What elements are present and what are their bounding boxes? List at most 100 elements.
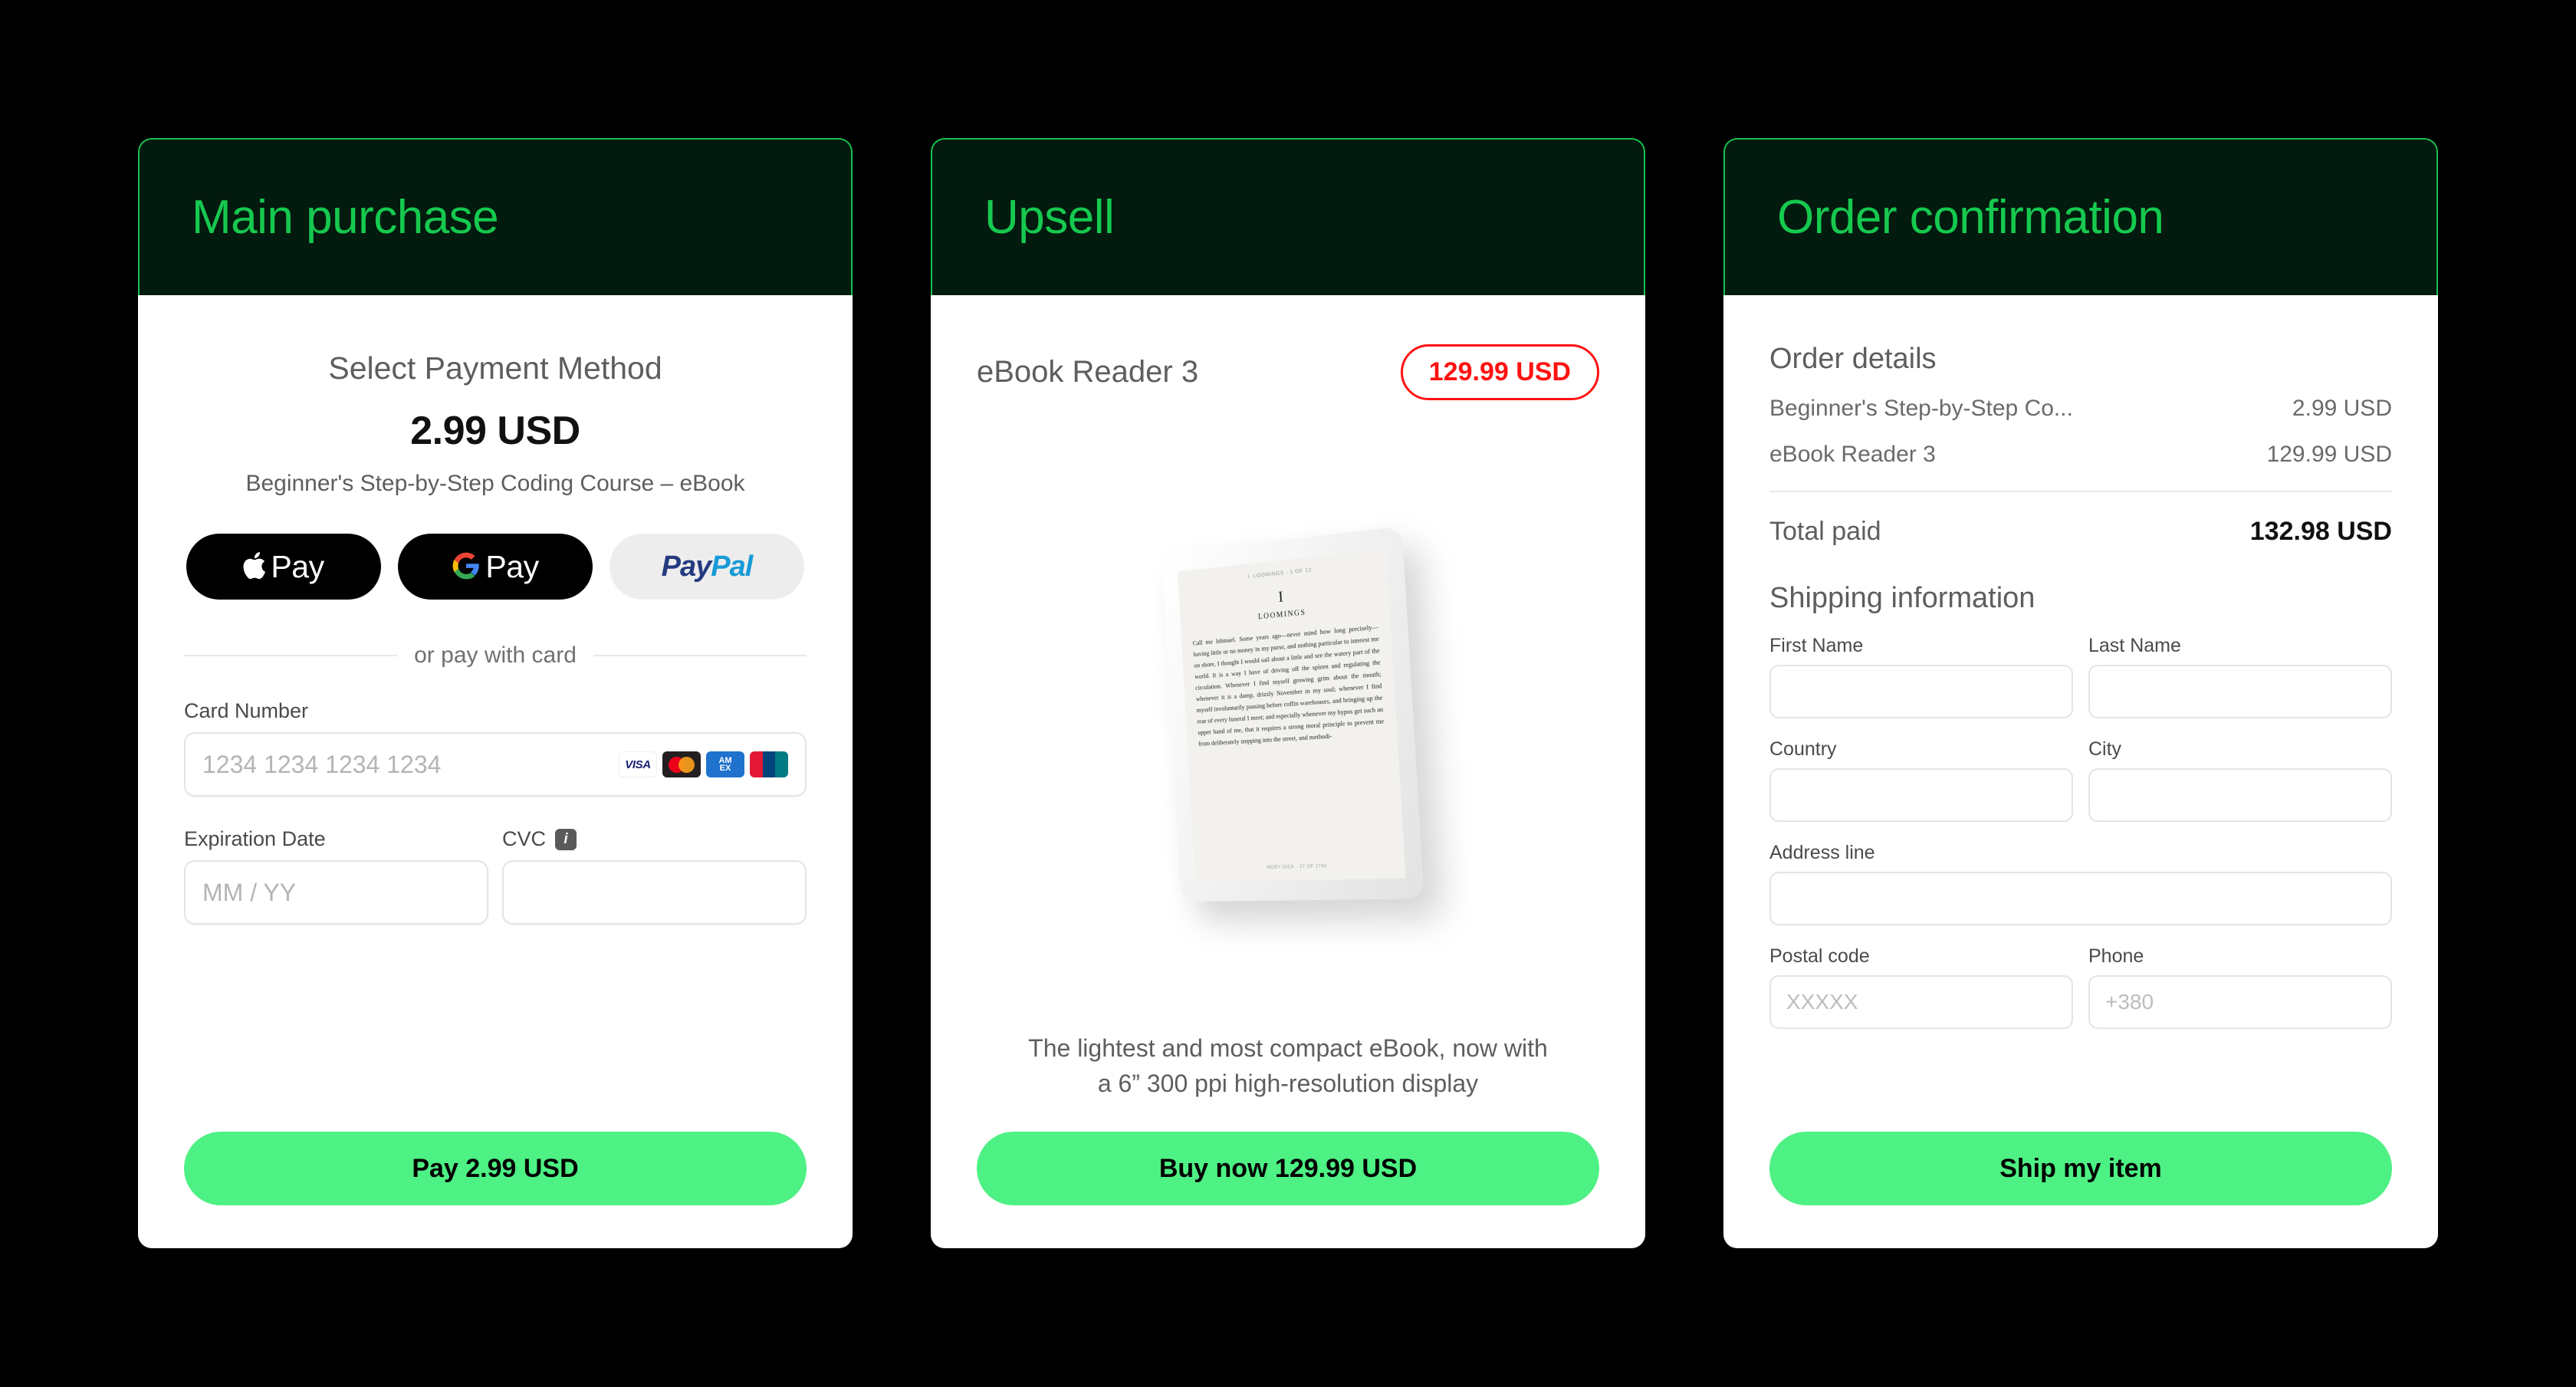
visa-label: VISA xyxy=(625,758,651,771)
ship-my-item-button[interactable]: Ship my item xyxy=(1769,1132,2392,1205)
postal-code-placeholder: XXXXX xyxy=(1786,990,1858,1014)
phone-placeholder: +380 xyxy=(2105,990,2154,1014)
paypal-label-pal: Pal xyxy=(711,550,753,583)
city-field[interactable] xyxy=(2088,768,2392,822)
phone-label: Phone xyxy=(2088,945,2144,967)
card-number-placeholder: 1234 1234 1234 1234 xyxy=(202,750,442,778)
apple-pay-button[interactable]: Pay xyxy=(186,534,381,600)
unionpay-stripe-teal xyxy=(775,751,788,777)
expiration-date-input[interactable]: MM / YY xyxy=(184,860,488,925)
product-name-label: Beginner's Step-by-Step Coding Course – … xyxy=(245,471,745,496)
last-name-label: Last Name xyxy=(2088,635,2181,656)
mastercard-circles xyxy=(669,756,695,773)
phone-field[interactable]: +380 xyxy=(2088,975,2392,1029)
panel-order-confirmation: Order confirmation Order details Beginne… xyxy=(1723,138,2438,1248)
total-paid-label: Total paid xyxy=(1769,517,1881,546)
google-pay-label: Pay xyxy=(485,548,539,584)
screenshot-root: Main purchase Select Payment Method 2.99… xyxy=(0,0,2576,1387)
apple-pay-label: Pay xyxy=(271,548,324,584)
cvc-group: CVC i xyxy=(502,827,807,925)
mastercard-circle-yellow xyxy=(678,756,695,773)
first-name-group: First Name xyxy=(1769,635,2073,718)
wallet-buttons-row: Pay Pay PayPal xyxy=(184,534,807,600)
order-divider xyxy=(1769,491,2392,492)
amex-icon: AM EX xyxy=(706,751,744,777)
card-number-input[interactable]: 1234 1234 1234 1234 VISA AM EX xyxy=(184,732,807,797)
upsell-product-name: eBook Reader 3 xyxy=(977,355,1199,389)
expiration-date-placeholder: MM / YY xyxy=(202,878,297,906)
order-item-row: Beginner's Step-by-Step Co... 2.99 USD xyxy=(1769,396,2392,422)
unionpay-stripes xyxy=(750,751,788,777)
pay-button[interactable]: Pay 2.99 USD xyxy=(184,1132,807,1205)
postal-code-label: Postal code xyxy=(1769,945,1870,967)
buy-now-button[interactable]: Buy now 129.99 USD xyxy=(977,1132,1599,1205)
first-name-field[interactable] xyxy=(1769,665,2073,718)
upsell-description-line-1: The lightest and most compact eBook, now… xyxy=(1028,1034,1548,1062)
country-city-row: Country City xyxy=(1769,738,2392,822)
address-line-field[interactable] xyxy=(1769,872,2392,925)
cvc-label-row: CVC i xyxy=(502,827,807,851)
panel-body-upsell: eBook Reader 3 129.99 USD I. LOOMINGS · … xyxy=(931,295,1645,1248)
total-paid-row: Total paid 132.98 USD xyxy=(1769,517,2392,547)
mastercard-icon xyxy=(662,751,701,777)
paypal-logo-icon: PayPal xyxy=(661,550,754,583)
amex-label-bottom: EX xyxy=(719,764,731,773)
panel-upsell: Upsell eBook Reader 3 129.99 USD I. LOOM… xyxy=(931,138,1645,1248)
info-icon[interactable]: i xyxy=(555,828,577,850)
postal-phone-row: Postal code XXXXX Phone +380 xyxy=(1769,945,2392,1029)
card-brand-icons: VISA AM EX xyxy=(619,751,788,777)
order-item-price: 129.99 USD xyxy=(2266,442,2392,467)
city-label: City xyxy=(2088,738,2122,760)
apple-pay-mark: Pay xyxy=(243,549,324,585)
shipping-information-heading: Shipping information xyxy=(1769,582,2036,614)
panel-main-purchase: Main purchase Select Payment Method 2.99… xyxy=(138,138,853,1248)
city-group: City xyxy=(2088,738,2392,822)
postal-code-field[interactable]: XXXXX xyxy=(1769,975,2073,1029)
country-group: Country xyxy=(1769,738,2073,822)
cvc-label: CVC xyxy=(502,827,547,850)
google-pay-mark: Pay xyxy=(452,548,539,585)
first-name-label: First Name xyxy=(1769,635,1864,656)
upsell-product-row: eBook Reader 3 129.99 USD xyxy=(977,344,1599,400)
divider-line-right xyxy=(593,655,807,656)
divider-line-left xyxy=(184,655,398,656)
google-logo-icon xyxy=(452,551,481,583)
expiration-date-label: Expiration Date xyxy=(184,827,326,850)
amex-label: AM EX xyxy=(718,757,731,773)
divider-label: or pay with card xyxy=(414,643,577,668)
purchase-amount: 2.99 USD xyxy=(410,409,580,453)
google-pay-button[interactable]: Pay xyxy=(398,534,593,600)
ebook-reader-image: I. LOOMINGS · 1 OF 13 I LOOMINGS Call me… xyxy=(977,414,1599,1026)
page-title-confirmation: Order confirmation xyxy=(1777,191,2164,244)
paypal-button[interactable]: PayPal xyxy=(610,534,804,600)
phone-group: Phone +380 xyxy=(2088,945,2392,1029)
panel-body-main: Select Payment Method 2.99 USD Beginner'… xyxy=(138,295,853,1248)
visa-icon: VISA xyxy=(619,751,657,777)
panel-header-upsell: Upsell xyxy=(931,138,1645,295)
order-item-price: 2.99 USD xyxy=(2292,396,2392,421)
expiry-cvc-row: Expiration Date MM / YY CVC i xyxy=(184,827,807,925)
panel-header-main: Main purchase xyxy=(138,138,853,295)
reader-body-text: Call me Ishmael. Some years ago—never mi… xyxy=(1192,623,1385,748)
postal-code-group: Postal code XXXXX xyxy=(1769,945,2073,1029)
paypal-label-pay: Pay xyxy=(661,550,712,583)
last-name-group: Last Name xyxy=(2088,635,2392,718)
page-title-upsell: Upsell xyxy=(984,191,1115,244)
upsell-description: The lightest and most compact eBook, now… xyxy=(977,1030,1599,1101)
ebook-reader-screen: I. LOOMINGS · 1 OF 13 I LOOMINGS Call me… xyxy=(1177,548,1406,882)
unionpay-stripe-red xyxy=(750,751,763,777)
last-name-field[interactable] xyxy=(2088,665,2392,718)
order-item-name: eBook Reader 3 xyxy=(1769,442,1936,467)
card-number-label: Card Number xyxy=(184,699,309,722)
expiration-group: Expiration Date MM / YY xyxy=(184,827,488,925)
cvc-input[interactable] xyxy=(502,860,807,925)
upsell-description-line-2: a 6” 300 ppi high-resolution display xyxy=(1097,1070,1479,1097)
order-details-heading: Order details xyxy=(1769,343,1937,375)
panel-body-confirmation: Order details Beginner's Step-by-Step Co… xyxy=(1723,295,2438,1248)
unionpay-icon xyxy=(750,751,788,777)
ebook-reader-device: I. LOOMINGS · 1 OF 13 I LOOMINGS Call me… xyxy=(1161,526,1424,902)
or-pay-with-card-divider: or pay with card xyxy=(184,643,807,669)
country-label: Country xyxy=(1769,738,1837,760)
country-field[interactable] xyxy=(1769,768,2073,822)
order-item-row: eBook Reader 3 129.99 USD xyxy=(1769,442,2392,468)
